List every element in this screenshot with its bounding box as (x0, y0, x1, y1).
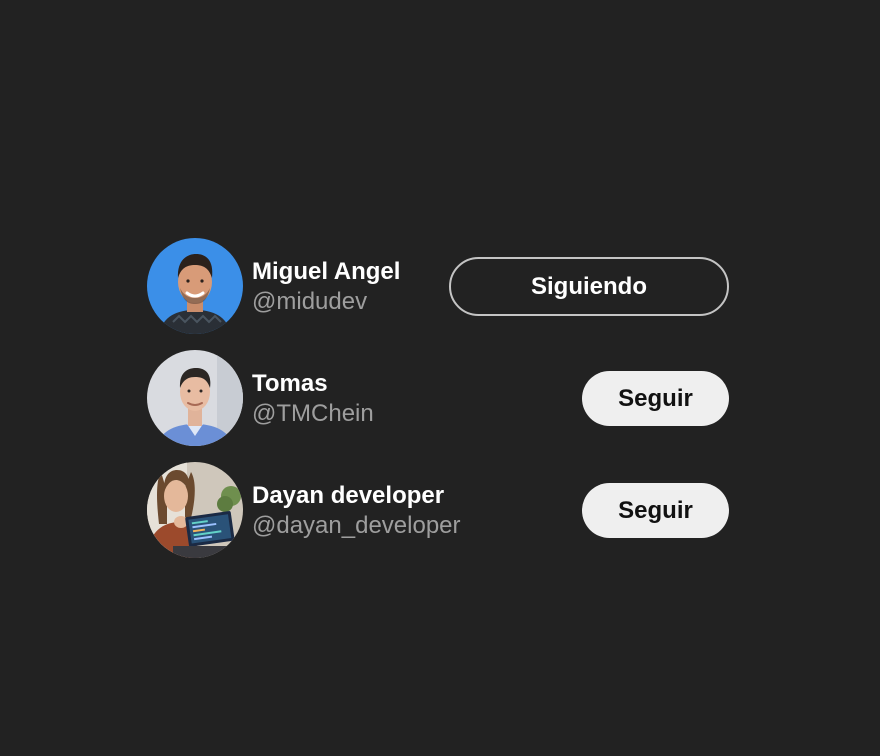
follow-card-dayan-developer: Dayan developer @dayan_developer Seguir (147, 462, 729, 558)
follow-button[interactable]: Seguir (582, 483, 729, 538)
avatar[interactable] (147, 238, 243, 334)
avatar[interactable] (147, 462, 243, 558)
follow-card-tmchein: Tomas @TMChein Seguir (147, 350, 729, 446)
avatar[interactable] (147, 350, 243, 446)
user-info: Tomas @TMChein (252, 369, 374, 428)
following-button[interactable]: Siguiendo (449, 257, 729, 316)
follow-button[interactable]: Seguir (582, 371, 729, 426)
user-name[interactable]: Tomas (252, 369, 374, 398)
user-name[interactable]: Miguel Angel (252, 257, 400, 286)
user-info: Dayan developer @dayan_developer (252, 481, 461, 540)
follow-card-midudev: Miguel Angel @midudev Siguiendo (147, 238, 729, 334)
user-info: Miguel Angel @midudev (252, 257, 400, 316)
avatar-image (147, 238, 243, 334)
user-handle[interactable]: @midudev (252, 287, 400, 316)
avatar-image (147, 350, 243, 446)
avatar-image (147, 462, 243, 558)
user-handle[interactable]: @TMChein (252, 399, 374, 428)
user-handle[interactable]: @dayan_developer (252, 511, 461, 540)
user-name[interactable]: Dayan developer (252, 481, 461, 510)
follow-suggestions-list: Miguel Angel @midudev Siguiendo Tomas @T… (147, 238, 729, 574)
